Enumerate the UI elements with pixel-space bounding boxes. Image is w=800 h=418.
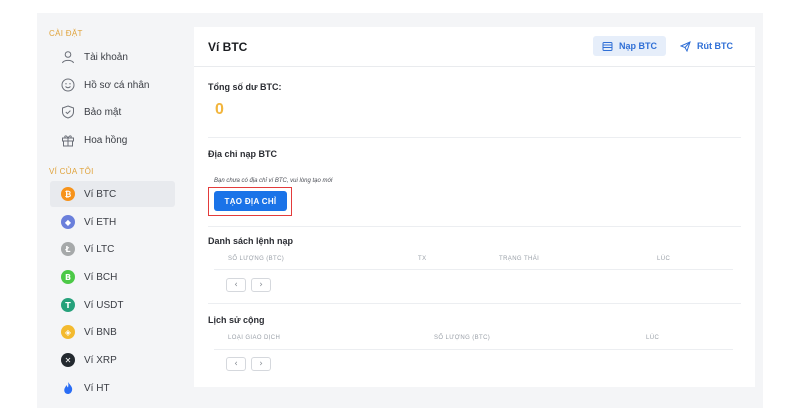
column-header-amount: SỐ LƯỢNG (BTC) <box>434 335 491 341</box>
prev-page-button[interactable]: ‹ <box>226 278 246 292</box>
xrp-icon: ✕ <box>60 352 76 368</box>
smile-icon <box>60 77 76 93</box>
prev-page-button[interactable]: ‹ <box>226 357 246 371</box>
deposit-list-title: Danh sách lệnh nạp <box>208 236 294 246</box>
section-divider <box>208 303 741 304</box>
sidebar-item-account[interactable]: Tài khoản <box>50 44 175 70</box>
sidebar-item-profile[interactable]: Hồ sơ cá nhân <box>50 72 175 98</box>
shield-icon <box>60 104 76 120</box>
sidebar-item-label: Ví HT <box>84 382 110 394</box>
sidebar-item-bch-wallet[interactable]: B Ví BCH <box>50 264 175 290</box>
wallet-panel: Ví BTC Nạp BTC Rút BTC Tổng số dư BTC: 0… <box>194 27 755 387</box>
sidebar-item-btc-wallet[interactable]: ₿ Ví BTC <box>50 181 175 207</box>
sidebar-item-label: Ví LTC <box>84 243 115 255</box>
create-address-button[interactable]: TẠO ĐỊA CHỈ <box>214 191 287 211</box>
sidebar-item-bnb-wallet[interactable]: ◈ Ví BNB <box>50 319 175 345</box>
sidebar-item-label: Hoa hồng <box>84 134 128 146</box>
withdraw-button[interactable]: Rút BTC <box>674 36 739 56</box>
wallet-section-title: VÍ CỦA TÔI <box>49 167 94 176</box>
sidebar-item-label: Bảo mật <box>84 106 122 118</box>
sidebar-item-label: Tài khoản <box>84 51 128 63</box>
send-icon <box>680 40 691 52</box>
sidebar-item-label: Ví XRP <box>84 354 117 366</box>
ltc-icon: Ł <box>60 241 76 257</box>
sidebar-item-ltc-wallet[interactable]: Ł Ví LTC <box>50 236 175 262</box>
deposit-address-label: Địa chỉ nạp BTC <box>208 149 278 159</box>
sidebar-item-label: Ví BTC <box>84 188 117 200</box>
column-header-time: LÚC <box>646 335 660 341</box>
user-icon <box>60 49 76 65</box>
sidebar: CÀI ĐẶT Tài khoản Hồ sơ cá nhân Bảo mật … <box>37 13 182 408</box>
sidebar-item-label: Hồ sơ cá nhân <box>84 79 150 91</box>
no-address-note: Bạn chưa có địa chỉ ví BTC, vui lòng tạo… <box>214 178 333 184</box>
next-page-button[interactable]: › <box>251 278 271 292</box>
balance-value: 0 <box>215 101 224 118</box>
column-header-time: LÚC <box>657 256 671 262</box>
sidebar-item-label: Ví BCH <box>84 271 118 283</box>
settings-section-title: CÀI ĐẶT <box>49 29 83 38</box>
history-title: Lịch sử cộng <box>208 315 265 325</box>
column-header-tx: TX <box>418 256 427 262</box>
deposit-button-label: Nạp BTC <box>619 41 657 51</box>
column-header-type: LOẠI GIAO DỊCH <box>228 335 281 341</box>
deposit-icon <box>602 41 613 51</box>
section-divider <box>208 226 741 227</box>
balance-label: Tổng số dư BTC: <box>208 82 282 92</box>
section-divider <box>208 137 741 138</box>
sidebar-item-xrp-wallet[interactable]: ✕ Ví XRP <box>50 347 175 373</box>
page-title: Ví BTC <box>208 40 248 54</box>
sidebar-item-commission[interactable]: Hoa hồng <box>50 127 175 153</box>
column-header-amount: SỐ LƯỢNG (BTC) <box>228 256 285 262</box>
usdt-icon: T <box>60 297 76 313</box>
btc-icon: ₿ <box>60 186 76 202</box>
bch-icon: B <box>60 269 76 285</box>
sidebar-item-label: Ví BNB <box>84 326 117 338</box>
column-header-status: TRẠNG THÁI <box>499 256 540 262</box>
sidebar-item-label: Ví ETH <box>84 216 117 228</box>
sidebar-item-usdt-wallet[interactable]: T Ví USDT <box>50 292 175 318</box>
gift-icon <box>60 132 76 148</box>
sidebar-item-eth-wallet[interactable]: ◆ Ví ETH <box>50 209 175 235</box>
deposit-button[interactable]: Nạp BTC <box>593 36 666 56</box>
sidebar-item-label: Ví USDT <box>84 299 124 311</box>
eth-icon: ◆ <box>60 214 76 230</box>
header-divider <box>194 66 755 67</box>
next-page-button[interactable]: › <box>251 357 271 371</box>
withdraw-button-label: Rút BTC <box>697 41 733 51</box>
ht-icon <box>60 380 76 396</box>
bnb-icon: ◈ <box>60 324 76 340</box>
sidebar-item-ht-wallet[interactable]: Ví HT <box>50 375 175 401</box>
table-divider <box>214 349 733 350</box>
table-divider <box>214 269 733 270</box>
sidebar-item-security[interactable]: Bảo mật <box>50 99 175 125</box>
